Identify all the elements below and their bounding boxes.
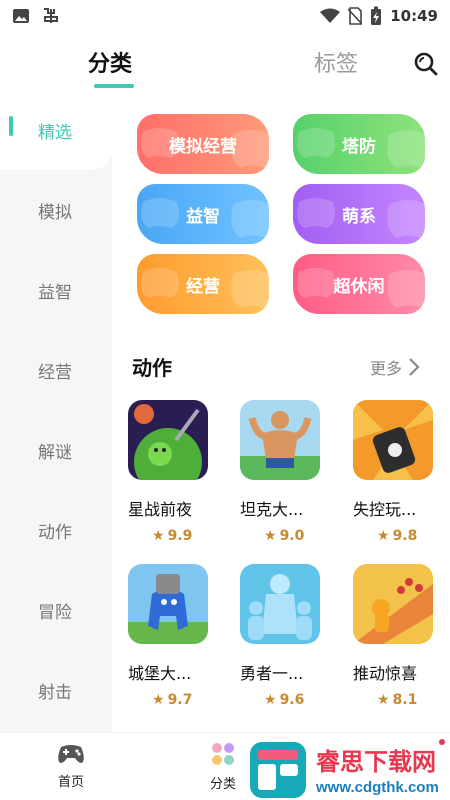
sidebar-item-label: 经营: [38, 362, 72, 383]
header: 分类 标签: [0, 32, 450, 94]
section-title: 动作: [132, 356, 172, 380]
star-icon: ★: [377, 692, 390, 708]
game-card[interactable]: 坦克大... ★ 9.0: [240, 400, 322, 544]
sidebar-active-indicator: [9, 116, 13, 136]
chevron-right-icon: [409, 358, 420, 376]
game-icon-space: [128, 400, 208, 480]
sidebar-item-puzzle[interactable]: 益智: [0, 250, 112, 330]
sidebar-item-label: 益智: [38, 282, 72, 303]
sidebar-item-label: 模拟: [38, 202, 72, 223]
more-label: 更多: [370, 359, 403, 378]
search-icon[interactable]: [412, 50, 440, 78]
gallery-icon: [13, 9, 29, 23]
nav-category[interactable]: 分类: [210, 741, 236, 792]
wifi-icon: [320, 8, 341, 23]
rating-value: 9.6: [279, 692, 305, 708]
star-icon: ★: [152, 528, 165, 544]
game-rating: ★ 9.7: [128, 692, 210, 708]
tab-category[interactable]: 分类: [88, 46, 132, 78]
game-card[interactable]: 失控玩... ★ 9.8: [353, 400, 435, 544]
sidebar-item-shooter[interactable]: 射击: [0, 650, 112, 730]
notification-app-icon: [44, 8, 58, 23]
game-rating: ★ 9.0: [240, 528, 322, 544]
tag-label: 萌系: [342, 206, 376, 227]
nav-home[interactable]: 首页: [56, 741, 86, 790]
star-icon: ★: [152, 692, 165, 708]
tag-card-cute[interactable]: 萌系: [293, 184, 425, 244]
category-dots-icon: [212, 743, 234, 765]
sidebar-item-label: 冒险: [38, 602, 72, 623]
screen: 10:49 分类 标签 精选 模拟 益智 经营 解谜 动作 冒险 射击 模拟经营…: [0, 0, 450, 800]
game-rating: ★ 9.8: [353, 528, 435, 544]
tag-label: 经营: [186, 276, 220, 297]
game-name: 星战前夜: [128, 500, 193, 519]
status-bar: 10:49: [0, 0, 450, 32]
rating-value: 9.9: [167, 528, 193, 544]
sidebar-item-label: 动作: [38, 522, 72, 543]
star-icon: ★: [264, 528, 277, 544]
sidebar-item-adventure[interactable]: 冒险: [0, 570, 112, 650]
tab-tags[interactable]: 标签: [314, 46, 358, 78]
sidebar-item-label: 精选: [38, 122, 72, 143]
game-icon-push: [353, 564, 433, 644]
rating-value: 9.7: [167, 692, 193, 708]
gamepad-icon: [58, 745, 84, 763]
game-icon-muscle: [240, 400, 320, 480]
tag-label: 塔防: [342, 136, 376, 157]
nav-label: 首页: [57, 775, 84, 790]
star-icon: ★: [377, 528, 390, 544]
rating-value: 9.0: [279, 528, 305, 544]
tag-label: 模拟经营: [169, 136, 237, 157]
sidebar-item-label: 射击: [38, 682, 72, 703]
game-icon-castle: [128, 564, 208, 644]
game-rating: ★ 8.1: [353, 692, 435, 708]
tag-card-simulation-management[interactable]: 模拟经营: [137, 114, 269, 174]
sidebar-item-management[interactable]: 经营: [0, 330, 112, 410]
clock: 10:49: [390, 7, 438, 25]
game-name: 勇者一...: [240, 664, 304, 683]
game-icon-bomb: [353, 400, 433, 480]
svg-text:www.cdgthk.com: www.cdgthk.com: [315, 779, 439, 796]
game-card[interactable]: 推动惊喜 ★ 8.1: [353, 564, 435, 708]
game-rating: ★ 9.9: [128, 528, 210, 544]
game-name: 坦克大...: [240, 500, 304, 519]
tag-label: 超休闲: [333, 276, 385, 297]
game-name: 推动惊喜: [353, 664, 418, 683]
tab-active-indicator: [94, 84, 134, 88]
tag-card-hyper-casual[interactable]: 超休闲: [293, 254, 425, 314]
sidebar-item-action[interactable]: 动作: [0, 490, 112, 570]
battery-charging-icon: [371, 6, 382, 25]
nav-label: 分类: [210, 777, 237, 792]
rating-value: 8.1: [392, 692, 418, 708]
game-name: 失控玩...: [353, 500, 417, 519]
category-sidebar: 精选 模拟 益智 经营 解谜 动作 冒险 射击: [0, 90, 112, 732]
rating-value: 9.8: [392, 528, 418, 544]
more-link[interactable]: 更多: [370, 355, 420, 379]
sidebar-item-featured[interactable]: 精选: [0, 90, 112, 170]
sidebar-item-mystery[interactable]: 解谜: [0, 410, 112, 490]
game-name: 城堡大...: [128, 664, 192, 683]
sidebar-item-simulation[interactable]: 模拟: [0, 170, 112, 250]
tag-card-puzzle[interactable]: 益智: [137, 184, 269, 244]
game-card[interactable]: 城堡大... ★ 9.7: [128, 564, 210, 708]
sidebar-item-label: 解谜: [38, 442, 72, 463]
star-icon: ★: [264, 692, 277, 708]
game-card[interactable]: 星战前夜 ★ 9.9: [128, 400, 210, 544]
game-rating: ★ 9.6: [240, 692, 322, 708]
game-icon-crowd: [240, 564, 320, 644]
game-card[interactable]: 勇者一... ★ 9.6: [240, 564, 322, 708]
tag-card-tower-defense[interactable]: 塔防: [293, 114, 425, 174]
watermark-logo: 睿思下载网 www.cdgthk.com: [250, 738, 450, 800]
tag-label: 益智: [186, 206, 220, 227]
no-sim-icon: [348, 7, 363, 25]
tag-card-management[interactable]: 经营: [137, 254, 269, 314]
svg-text:睿思下载网: 睿思下载网: [316, 749, 436, 776]
